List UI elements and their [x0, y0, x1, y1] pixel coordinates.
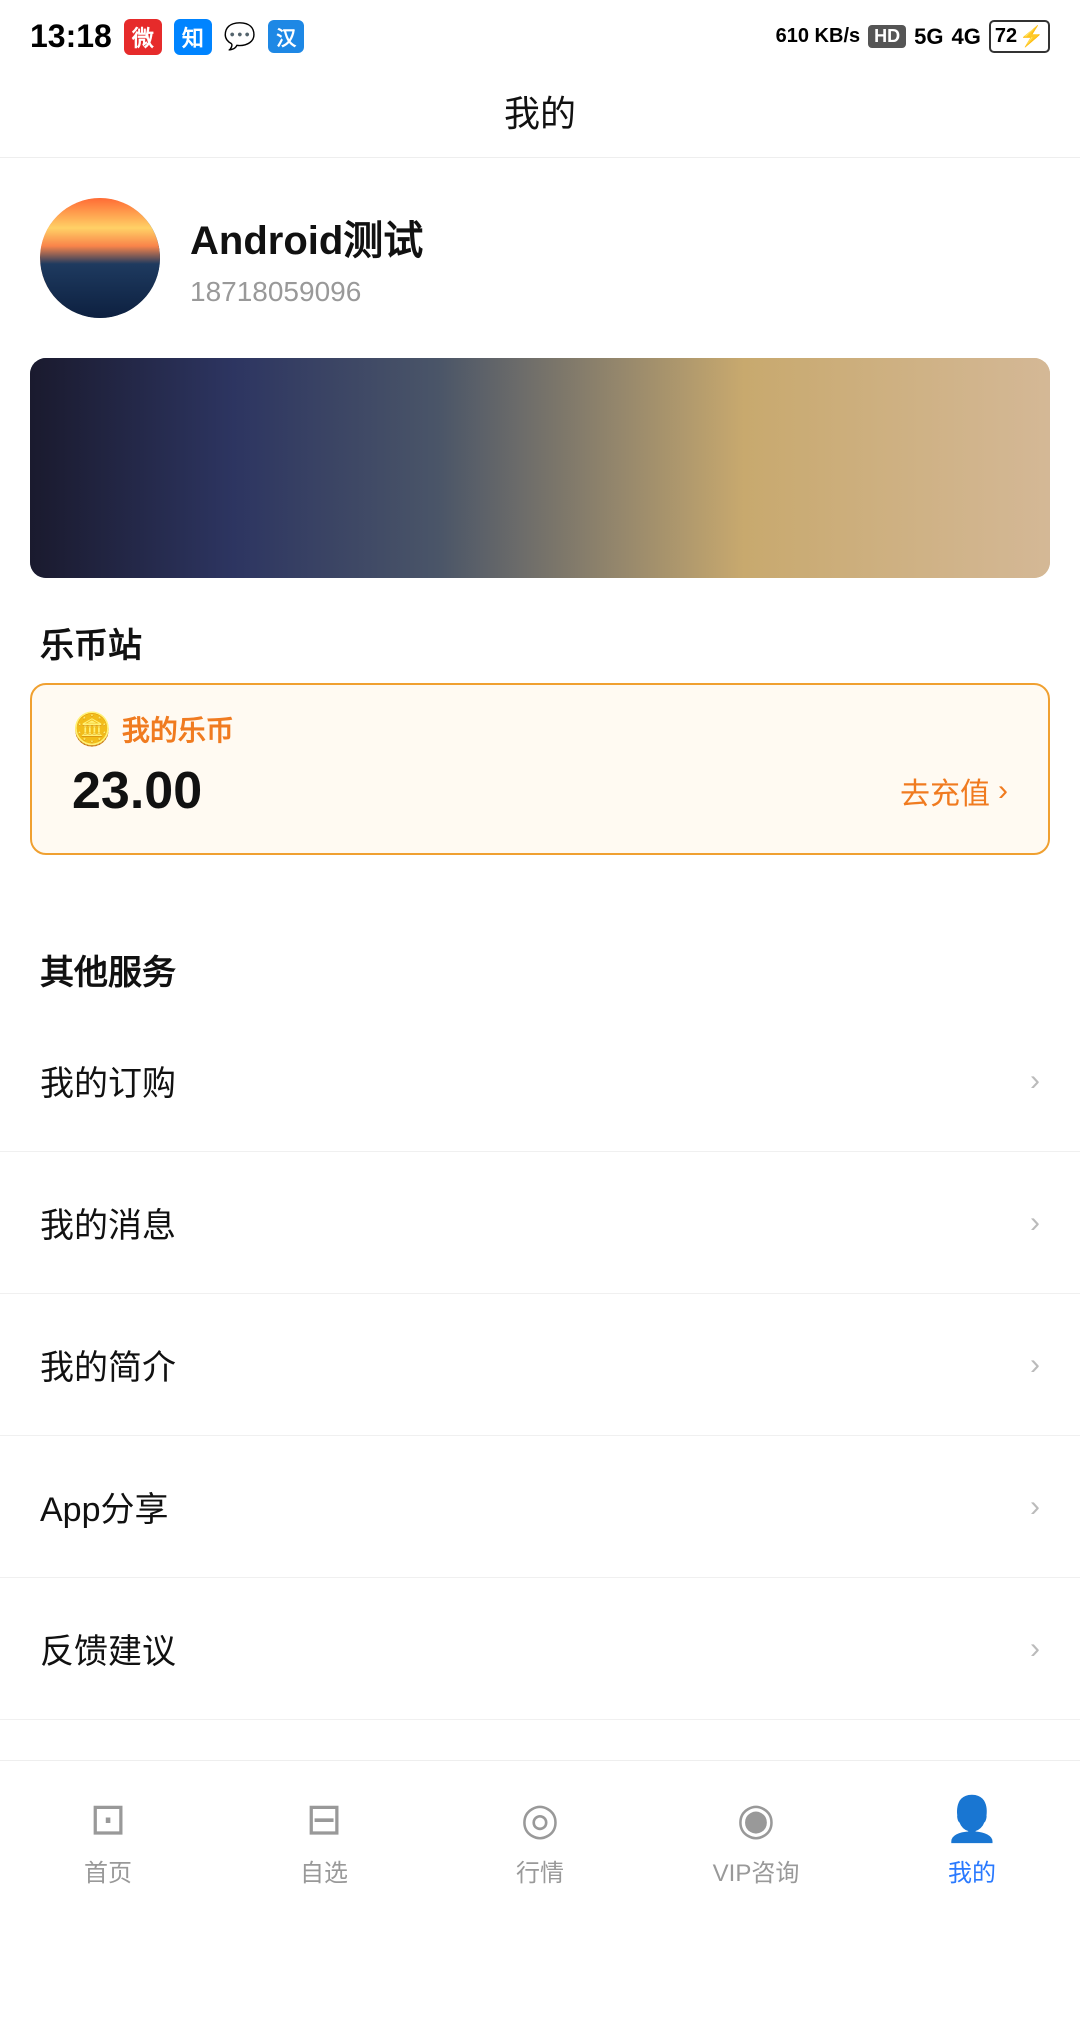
- nav-mine[interactable]: 👤 我的: [864, 1777, 1080, 1904]
- chart-icon: ◎: [521, 1794, 559, 1845]
- nav-home-label: 首页: [84, 1853, 132, 1888]
- battery-lightning: ⚡: [1019, 24, 1044, 49]
- signal-4g-icon: 4G: [951, 24, 980, 50]
- coin-icon: 🪙: [72, 710, 112, 748]
- banner-image: [30, 358, 1050, 578]
- home-icon: ⊡: [90, 1794, 127, 1845]
- menu-item-intro[interactable]: 我的简介 ›: [0, 1294, 1080, 1436]
- chevron-right-icon: ›: [1030, 1348, 1040, 1382]
- network-speed: 610 KB/s: [776, 25, 861, 48]
- battery-indicator: 72 ⚡: [989, 20, 1050, 53]
- banner-person-image: [30, 358, 1050, 578]
- nav-mine-label: 我的: [948, 1853, 996, 1888]
- bottom-nav: ⊡ 首页 ⊟ 自选 ◎ 行情 ◉ VIP咨询 👤 我的: [0, 1760, 1080, 1920]
- chevron-right-icon: ›: [1030, 1206, 1040, 1240]
- menu-item-feedback[interactable]: 反馈建议 ›: [0, 1578, 1080, 1720]
- menu-item-label: 反馈建议: [40, 1624, 176, 1673]
- nav-vip[interactable]: ◉ VIP咨询: [648, 1778, 864, 1904]
- services-section-label: 其他服务: [0, 905, 1080, 1010]
- menu-item-label: 我的订购: [40, 1056, 176, 1105]
- chevron-right-icon: ›: [1030, 1490, 1040, 1524]
- chevron-right-icon: ›: [998, 774, 1008, 808]
- signal-5g-icon: 5G: [914, 24, 943, 50]
- profile-info: Android测试 18718059096: [190, 208, 423, 308]
- nav-watchlist[interactable]: ⊟ 自选: [216, 1778, 432, 1904]
- status-bar: 13:18 微 知 💬 汉 610 KB/s HD 5G 4G 72 ⚡: [0, 0, 1080, 65]
- coin-amount: 23.00: [72, 761, 202, 821]
- coin-card[interactable]: 🪙 我的乐币 23.00 去充值 ›: [30, 683, 1050, 855]
- vip-icon: ◉: [737, 1794, 775, 1845]
- nav-watchlist-label: 自选: [300, 1853, 348, 1888]
- star-icon: ⊟: [306, 1794, 343, 1845]
- weibo-icon: 微: [124, 19, 162, 55]
- app-icon: 汉: [268, 20, 304, 53]
- nav-vip-label: VIP咨询: [713, 1853, 800, 1888]
- recharge-button[interactable]: 去充值 ›: [900, 769, 1008, 813]
- avatar[interactable]: [40, 198, 160, 318]
- menu-item-subscription[interactable]: 我的订购 ›: [0, 1010, 1080, 1152]
- menu-item-label: 我的简介: [40, 1340, 176, 1389]
- menu-item-share[interactable]: App分享 ›: [0, 1436, 1080, 1578]
- coin-row: 23.00 去充值 ›: [72, 761, 1008, 821]
- profile-name: Android测试: [190, 208, 423, 266]
- hd-icon: HD: [868, 25, 906, 48]
- coin-card-label: 我的乐币: [122, 709, 234, 749]
- coin-section-label: 乐币站: [0, 578, 1080, 683]
- person-icon: 👤: [945, 1793, 1000, 1845]
- nav-market-label: 行情: [516, 1853, 564, 1888]
- services-section: 其他服务 我的订购 › 我的消息 › 我的简介 › App分享 ›: [0, 905, 1080, 1862]
- zhihu-icon: 知: [174, 19, 212, 55]
- coin-header: 🪙 我的乐币: [72, 709, 1008, 749]
- menu-item-label: App分享: [40, 1482, 169, 1531]
- profile-phone: 18718059096: [190, 276, 423, 308]
- page-title: 我的: [0, 65, 1080, 158]
- nav-market[interactable]: ◎ 行情: [432, 1778, 648, 1904]
- profile-section: Android测试 18718059096: [0, 158, 1080, 358]
- status-time: 13:18: [30, 18, 112, 55]
- chevron-right-icon: ›: [1030, 1632, 1040, 1666]
- chat-icon: 💬: [224, 21, 256, 52]
- menu-item-label: 我的消息: [40, 1198, 176, 1247]
- nav-home[interactable]: ⊡ 首页: [0, 1778, 216, 1904]
- menu-item-messages[interactable]: 我的消息 ›: [0, 1152, 1080, 1294]
- chevron-right-icon: ›: [1030, 1064, 1040, 1098]
